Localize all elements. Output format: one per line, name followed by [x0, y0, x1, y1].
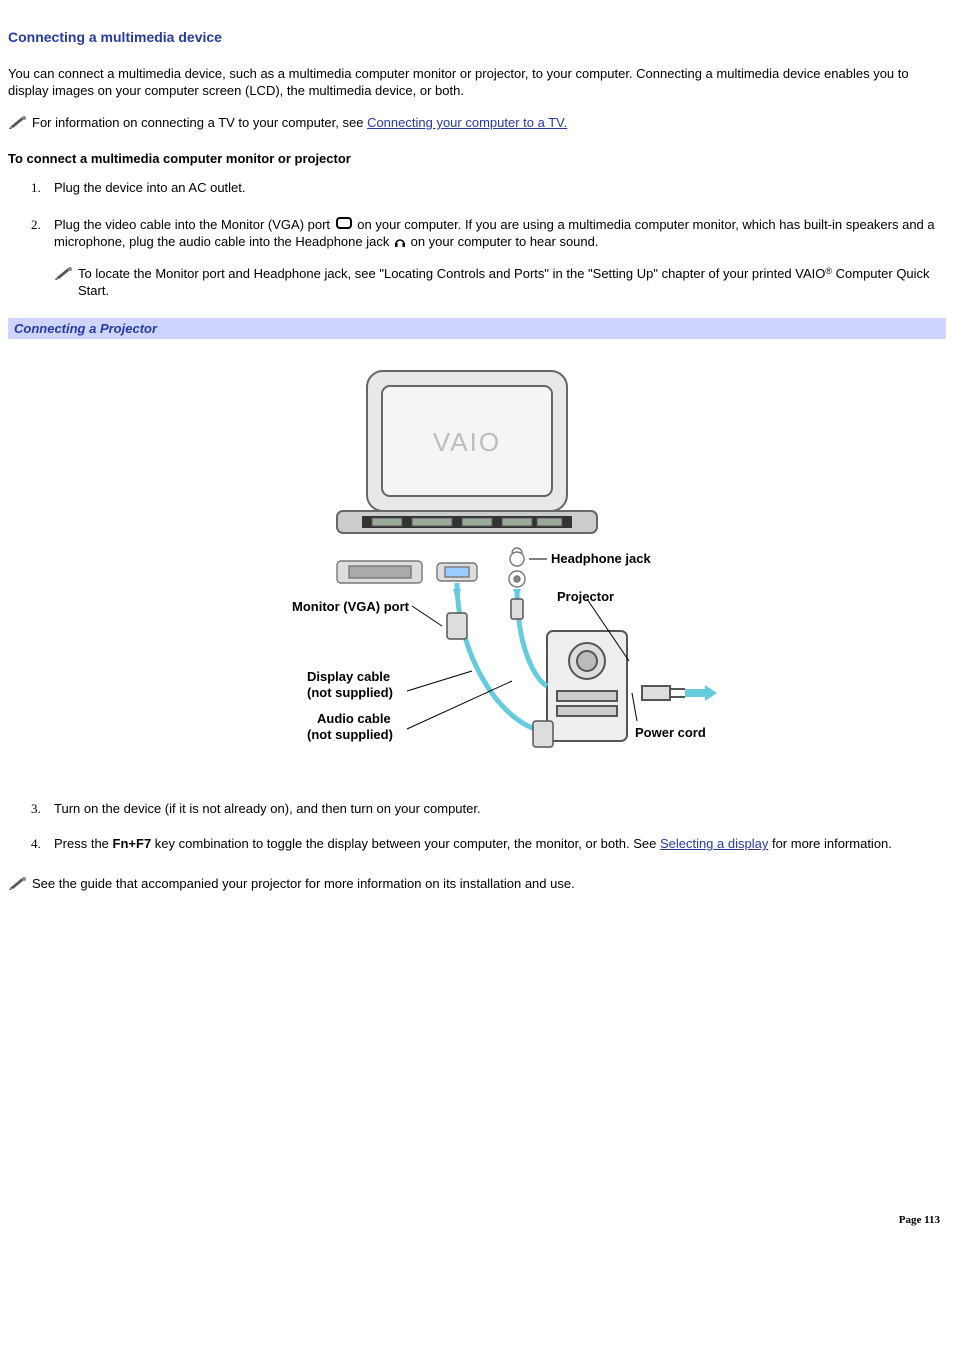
section-bar: Connecting a Projector	[8, 318, 946, 340]
note-icon	[8, 114, 28, 130]
end-note-text: See the guide that accompanied your proj…	[32, 875, 575, 893]
label-projector: Projector	[557, 589, 614, 604]
label-headphone: Headphone jack	[551, 551, 651, 566]
step4-c: for more information.	[768, 836, 892, 851]
step-2: Plug the video cable into the Monitor (V…	[44, 215, 946, 300]
label-audio-cable: Audio cable	[317, 711, 391, 726]
steps-list: Plug the device into an AC outlet. Plug …	[44, 179, 946, 300]
svg-text:VAIO: VAIO	[433, 427, 501, 457]
step4-b: key combination to toggle the display be…	[151, 836, 660, 851]
step4-key: Fn+F7	[113, 836, 152, 851]
step2-text-c: on your computer to hear sound.	[411, 234, 599, 249]
step-4: Press the Fn+F7 key combination to toggl…	[44, 835, 946, 853]
headphone-icon	[393, 234, 407, 250]
page-title: Connecting a multimedia device	[8, 28, 946, 47]
vga-port-icon	[334, 215, 354, 233]
label-audio-cable2: (not supplied)	[307, 727, 393, 742]
step-1: Plug the device into an AC outlet.	[44, 179, 946, 197]
figure: VAIO	[8, 351, 946, 776]
tv-link[interactable]: Connecting your computer to a TV.	[367, 115, 567, 130]
step2-note: To locate the Monitor port and Headphone…	[54, 265, 946, 300]
end-note: See the guide that accompanied your proj…	[8, 875, 946, 893]
steps-list-continued: Turn on the device (if it is not already…	[44, 800, 946, 853]
selecting-display-link[interactable]: Selecting a display	[660, 836, 768, 851]
projector-diagram: VAIO	[237, 351, 717, 771]
page-number: Page 113	[8, 1213, 946, 1228]
label-display-cable2: (not supplied)	[307, 685, 393, 700]
sub-heading: To connect a multimedia computer monitor…	[8, 150, 946, 168]
step2-text-a: Plug the video cable into the Monitor (V…	[54, 217, 334, 232]
tv-note: For information on connecting a TV to yo…	[8, 114, 946, 132]
label-vga: Monitor (VGA) port	[292, 599, 410, 614]
tv-note-text: For information on connecting a TV to yo…	[32, 115, 367, 130]
step2-note-a: To locate the Monitor port and Headphone…	[78, 266, 825, 281]
label-display-cable: Display cable	[307, 669, 390, 684]
intro-paragraph: You can connect a multimedia device, suc…	[8, 65, 946, 100]
note-icon	[54, 265, 74, 281]
step4-a: Press the	[54, 836, 113, 851]
step-3: Turn on the device (if it is not already…	[44, 800, 946, 818]
label-power: Power cord	[635, 725, 706, 740]
note-icon	[8, 875, 28, 891]
